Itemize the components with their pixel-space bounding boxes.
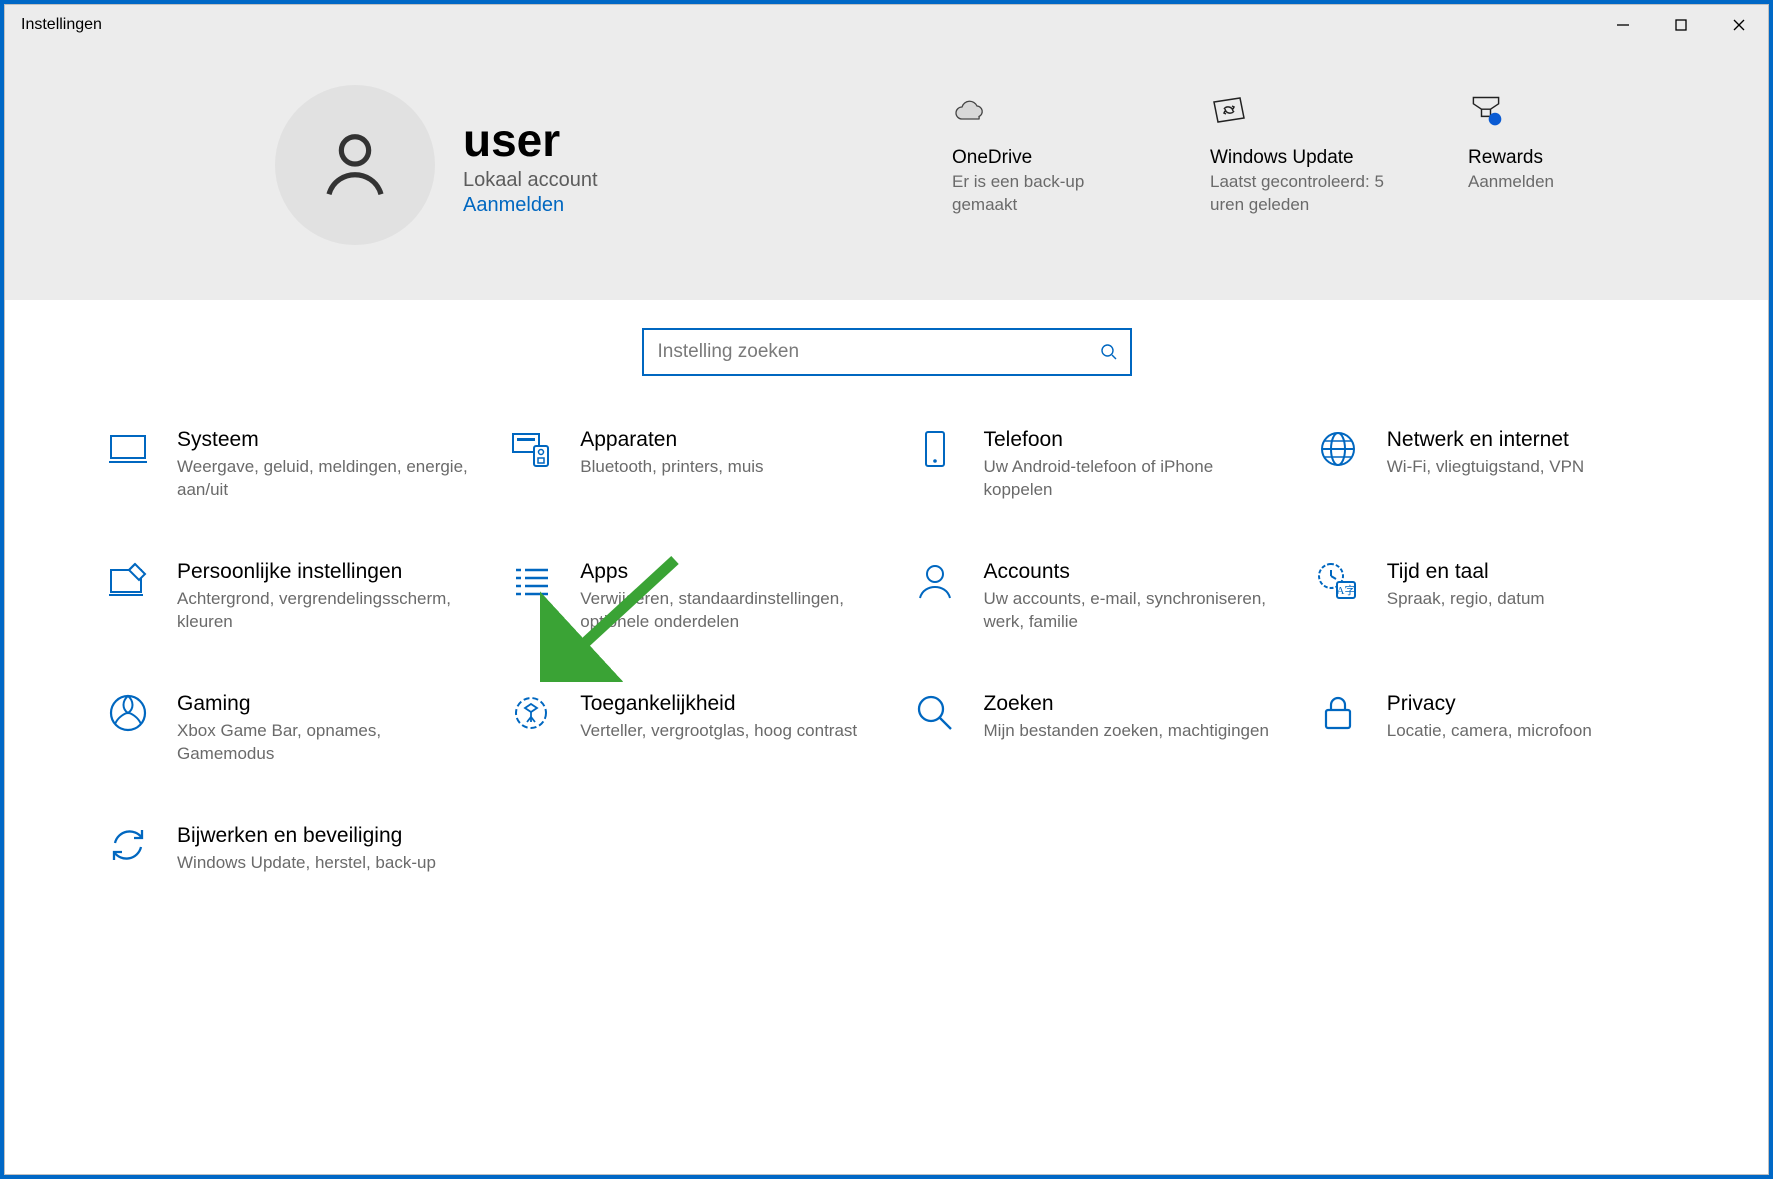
cloud-icon	[952, 85, 1142, 129]
category-subtitle: Wi-Fi, vliegtuigstand, VPN	[1387, 456, 1584, 479]
search-box[interactable]	[642, 328, 1132, 376]
category-text: Gaming Xbox Game Bar, opnames, Gamemodus	[177, 692, 468, 766]
phone-icon	[912, 428, 958, 502]
user-block: user Lokaal account Aanmelden	[275, 85, 598, 245]
accounts-icon	[912, 560, 958, 634]
category-title: Zoeken	[984, 692, 1269, 716]
category-phone[interactable]: Telefoon Uw Android-telefoon of iPhone k…	[912, 428, 1275, 502]
update-icon	[1210, 85, 1400, 129]
header-tiles: OneDrive Er is een back-up gemaakt Windo…	[952, 85, 1658, 217]
close-button[interactable]	[1710, 5, 1768, 45]
maximize-button[interactable]	[1652, 5, 1710, 45]
category-accessibility[interactable]: Toegankelijkheid Verteller, vergrootglas…	[508, 692, 871, 766]
category-subtitle: Weergave, geluid, meldingen, energie, aa…	[177, 456, 468, 502]
apps-icon	[508, 560, 554, 634]
category-apps[interactable]: Apps Verwijderen, standaardinstellingen,…	[508, 560, 871, 634]
category-title: Accounts	[984, 560, 1275, 584]
category-text: Apparaten Bluetooth, printers, muis	[580, 428, 763, 502]
search-input[interactable]	[658, 341, 1100, 363]
category-title: Apparaten	[580, 428, 763, 452]
person-icon	[316, 126, 394, 204]
rewards-icon	[1468, 85, 1658, 129]
globe-icon	[1315, 428, 1361, 502]
category-system[interactable]: Systeem Weergave, geluid, meldingen, ene…	[105, 428, 468, 502]
tile-subtitle: Aanmelden	[1468, 171, 1658, 194]
category-text: Persoonlijke instellingen Achtergrond, v…	[177, 560, 468, 634]
header: user Lokaal account Aanmelden OneDrive E…	[5, 45, 1768, 300]
lock-icon	[1315, 692, 1361, 766]
category-subtitle: Achtergrond, vergrendelingsscherm, kleur…	[177, 588, 468, 634]
category-text: Privacy Locatie, camera, microfoon	[1387, 692, 1592, 766]
login-link[interactable]: Aanmelden	[463, 194, 598, 217]
system-icon	[105, 428, 151, 502]
category-devices[interactable]: Apparaten Bluetooth, printers, muis	[508, 428, 871, 502]
category-subtitle: Uw accounts, e-mail, synchroniseren, wer…	[984, 588, 1275, 634]
category-title: Apps	[580, 560, 871, 584]
category-title: Tijd en taal	[1387, 560, 1545, 584]
category-title: Netwerk en internet	[1387, 428, 1584, 452]
tile-onedrive[interactable]: OneDrive Er is een back-up gemaakt	[952, 85, 1142, 217]
category-title: Privacy	[1387, 692, 1592, 716]
category-text: Accounts Uw accounts, e-mail, synchronis…	[984, 560, 1275, 634]
tile-subtitle: Laatst gecontroleerd: 5 uren geleden	[1210, 171, 1400, 217]
user-name: user	[463, 113, 598, 167]
category-subtitle: Xbox Game Bar, opnames, Gamemodus	[177, 720, 468, 766]
gaming-icon	[105, 692, 151, 766]
category-subtitle: Verwijderen, standaardinstellingen, opti…	[580, 588, 871, 634]
titlebar: Instellingen	[5, 5, 1768, 45]
category-text: Bijwerken en beveiliging Windows Update,…	[177, 824, 436, 875]
category-subtitle: Mijn bestanden zoeken, machtigingen	[984, 720, 1269, 743]
category-privacy[interactable]: Privacy Locatie, camera, microfoon	[1315, 692, 1678, 766]
category-subtitle: Spraak, regio, datum	[1387, 588, 1545, 611]
category-subtitle: Verteller, vergrootglas, hoog contrast	[580, 720, 857, 743]
category-text: Tijd en taal Spraak, regio, datum	[1387, 560, 1545, 634]
tile-subtitle: Er is een back-up gemaakt	[952, 171, 1142, 217]
category-subtitle: Uw Android-telefoon of iPhone koppelen	[984, 456, 1275, 502]
category-accounts[interactable]: Accounts Uw accounts, e-mail, synchronis…	[912, 560, 1275, 634]
tile-rewards[interactable]: Rewards Aanmelden	[1468, 85, 1658, 217]
accessibility-icon	[508, 692, 554, 766]
category-search[interactable]: Zoeken Mijn bestanden zoeken, machtiging…	[912, 692, 1275, 766]
window-title: Instellingen	[21, 16, 102, 34]
window-controls	[1594, 5, 1768, 45]
category-title: Toegankelijkheid	[580, 692, 857, 716]
sync-icon	[105, 824, 151, 875]
category-title: Bijwerken en beveiliging	[177, 824, 436, 848]
avatar	[275, 85, 435, 245]
svg-text:A字: A字	[1336, 583, 1355, 597]
category-text: Telefoon Uw Android-telefoon of iPhone k…	[984, 428, 1275, 502]
minimize-button[interactable]	[1594, 5, 1652, 45]
category-text: Apps Verwijderen, standaardinstellingen,…	[580, 560, 871, 634]
devices-icon	[508, 428, 554, 502]
user-text: user Lokaal account Aanmelden	[463, 113, 598, 217]
category-title: Persoonlijke instellingen	[177, 560, 468, 584]
category-subtitle: Locatie, camera, microfoon	[1387, 720, 1592, 743]
category-grid: Systeem Weergave, geluid, meldingen, ene…	[5, 418, 1768, 875]
personalization-icon	[105, 560, 151, 634]
category-time-language[interactable]: A字 Tijd en taal Spraak, regio, datum	[1315, 560, 1678, 634]
category-personalization[interactable]: Persoonlijke instellingen Achtergrond, v…	[105, 560, 468, 634]
search-category-icon	[912, 692, 958, 766]
category-text: Toegankelijkheid Verteller, vergrootglas…	[580, 692, 857, 766]
tile-windows-update[interactable]: Windows Update Laatst gecontroleerd: 5 u…	[1210, 85, 1400, 217]
tile-title: OneDrive	[952, 147, 1142, 169]
category-text: Systeem Weergave, geluid, meldingen, ene…	[177, 428, 468, 502]
search-icon	[1100, 343, 1118, 361]
settings-window: Instellingen user Lokaal account	[4, 4, 1769, 1175]
tile-title: Rewards	[1468, 147, 1658, 169]
category-subtitle: Bluetooth, printers, muis	[580, 456, 763, 479]
category-text: Netwerk en internet Wi-Fi, vliegtuigstan…	[1387, 428, 1584, 502]
category-text: Zoeken Mijn bestanden zoeken, machtiging…	[984, 692, 1269, 766]
search-wrap	[5, 300, 1768, 418]
category-update-security[interactable]: Bijwerken en beveiliging Windows Update,…	[105, 824, 468, 875]
time-language-icon: A字	[1315, 560, 1361, 634]
account-type: Lokaal account	[463, 169, 598, 192]
category-network[interactable]: Netwerk en internet Wi-Fi, vliegtuigstan…	[1315, 428, 1678, 502]
tile-title: Windows Update	[1210, 147, 1400, 169]
category-title: Systeem	[177, 428, 468, 452]
category-title: Telefoon	[984, 428, 1275, 452]
category-gaming[interactable]: Gaming Xbox Game Bar, opnames, Gamemodus	[105, 692, 468, 766]
category-title: Gaming	[177, 692, 468, 716]
category-subtitle: Windows Update, herstel, back-up	[177, 852, 436, 875]
